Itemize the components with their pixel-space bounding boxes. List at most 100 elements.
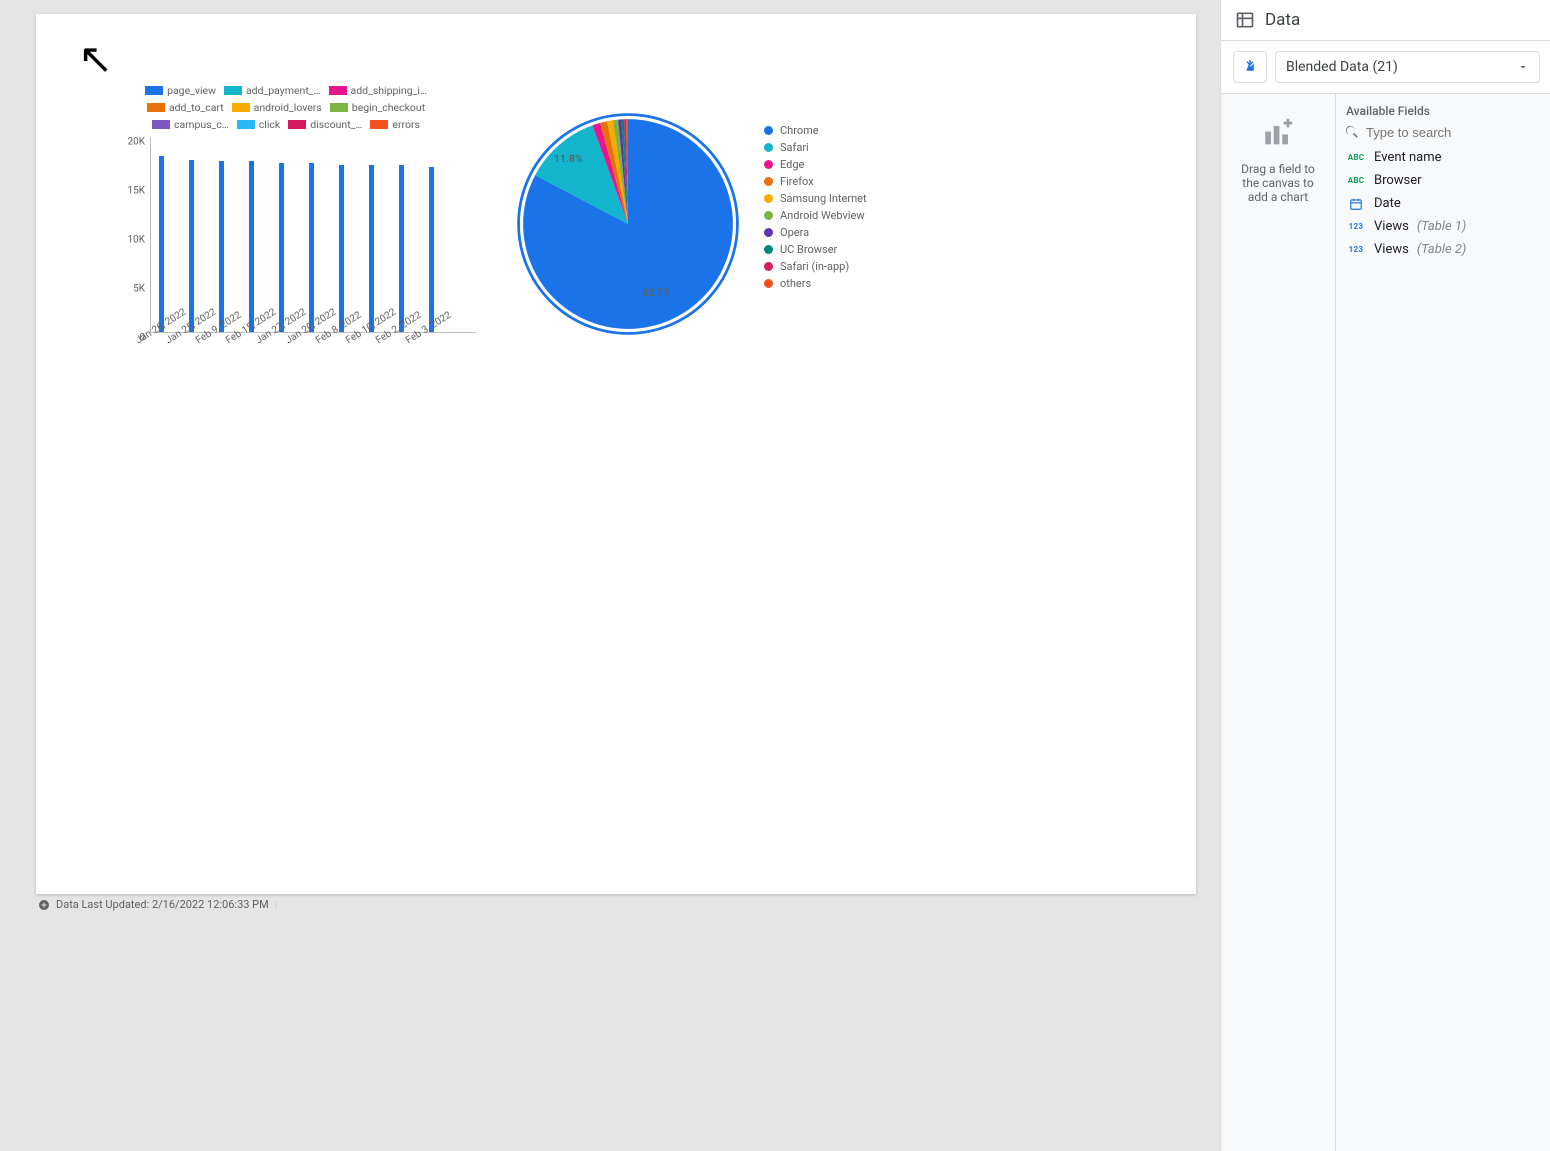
field-table-suffix: (Table 2) bbox=[1417, 242, 1467, 257]
datasource-select-label: Blended Data (21) bbox=[1286, 59, 1398, 75]
bar-column bbox=[159, 156, 164, 332]
legend-label: UC Browser bbox=[780, 243, 837, 256]
legend-swatch bbox=[764, 279, 773, 288]
field-label: Date bbox=[1374, 196, 1401, 211]
legend-swatch bbox=[764, 228, 773, 237]
legend-item: add_payment_… bbox=[224, 84, 321, 97]
data-panel-header: Data bbox=[1221, 0, 1550, 41]
legend-label: others bbox=[780, 277, 811, 290]
legend-swatch bbox=[330, 103, 348, 112]
legend-item: Opera bbox=[764, 226, 867, 239]
pie-chart-legend: ChromeSafariEdgeFirefoxSamsung InternetA… bbox=[764, 110, 867, 290]
legend-label: errors bbox=[392, 118, 420, 131]
y-tick-label: 5K bbox=[111, 284, 145, 295]
bar-column bbox=[339, 165, 344, 332]
legend-item: add_to_cart bbox=[147, 101, 224, 114]
legend-swatch bbox=[764, 245, 773, 254]
legend-label: Safari (in-app) bbox=[780, 260, 849, 273]
legend-swatch bbox=[329, 86, 347, 95]
legend-swatch bbox=[764, 211, 773, 220]
legend-swatch bbox=[764, 177, 773, 186]
legend-label: Android Webview bbox=[780, 209, 865, 222]
legend-swatch bbox=[147, 103, 165, 112]
legend-swatch bbox=[764, 143, 773, 152]
cursor-icon: ↖ bbox=[78, 34, 113, 84]
datasource-select[interactable]: Blended Data (21) bbox=[1275, 51, 1540, 83]
field-row[interactable]: ABCBrowser bbox=[1336, 169, 1550, 192]
legend-item: campus_c… bbox=[152, 118, 229, 131]
number-type-icon: 123 bbox=[1346, 245, 1366, 254]
legend-item: discount_… bbox=[288, 118, 362, 131]
legend-item: Firefox bbox=[764, 175, 867, 188]
field-table-suffix: (Table 1) bbox=[1417, 219, 1467, 234]
legend-swatch bbox=[237, 120, 255, 129]
bar-chart[interactable]: page_view add_payment_… add_shipping_i…add… bbox=[96, 84, 476, 381]
legend-item: begin_checkout bbox=[330, 101, 425, 114]
chart-drop-zone[interactable]: Drag a field to the canvas to add a char… bbox=[1221, 94, 1336, 1151]
y-tick-label: 10K bbox=[111, 235, 145, 246]
legend-swatch bbox=[232, 103, 250, 112]
field-row[interactable]: Date bbox=[1336, 192, 1550, 215]
add-chart-icon bbox=[1261, 116, 1295, 150]
pie-slice-label-chrome: 82.7% bbox=[642, 286, 671, 299]
field-label: Event name bbox=[1374, 150, 1442, 165]
legend-item: Safari bbox=[764, 141, 867, 154]
legend-label: page_view bbox=[167, 84, 216, 97]
field-label: Views bbox=[1374, 242, 1409, 257]
refresh-icon bbox=[38, 899, 50, 911]
legend-item: page_view bbox=[145, 84, 216, 97]
bar-column bbox=[369, 165, 374, 332]
pie-chart-plot bbox=[514, 110, 742, 338]
legend-label: add_payment_… bbox=[246, 84, 321, 97]
pie-slice-label-safari: 11.8% bbox=[554, 152, 583, 165]
field-label: Views bbox=[1374, 219, 1409, 234]
legend-swatch bbox=[370, 120, 388, 129]
pie-chart[interactable]: 11.8% 82.7% ChromeSafariEdgeFirefoxSamsu… bbox=[514, 110, 867, 342]
chevron-down-icon bbox=[1517, 61, 1529, 73]
legend-swatch bbox=[152, 120, 170, 129]
field-row[interactable]: ABC Event name bbox=[1336, 146, 1550, 169]
legend-item: click bbox=[237, 118, 280, 131]
data-refresh-status: Data Last Updated: 2/16/2022 12:06:33 PM… bbox=[36, 894, 1196, 915]
bar-column bbox=[219, 161, 224, 332]
legend-item: Safari (in-app) bbox=[764, 260, 867, 273]
data-panel: Data Blended Data (21) Drag a field to t… bbox=[1220, 0, 1550, 1151]
y-tick-label: 20K bbox=[111, 137, 145, 148]
legend-item: UC Browser bbox=[764, 243, 867, 256]
bar-chart-plot: 05K10K15K20K bbox=[150, 137, 476, 333]
legend-swatch bbox=[764, 262, 773, 271]
legend-item: android_lovers bbox=[232, 101, 322, 114]
report-page[interactable]: ↖ page_view add_payment_… add_shipping_i…a… bbox=[36, 14, 1196, 894]
legend-item: Edge bbox=[764, 158, 867, 171]
search-icon bbox=[1344, 124, 1360, 140]
bar-column bbox=[309, 163, 314, 332]
text-type-icon: ABC bbox=[1346, 176, 1366, 185]
legend-label: click bbox=[259, 118, 280, 131]
legend-item: Android Webview bbox=[764, 209, 867, 222]
bar-column bbox=[249, 161, 254, 332]
legend-swatch bbox=[764, 126, 773, 135]
y-tick-label: 15K bbox=[111, 186, 145, 197]
legend-label: campus_c… bbox=[174, 118, 229, 131]
legend-label: discount_… bbox=[310, 118, 362, 131]
field-row[interactable]: 123Views(Table 1) bbox=[1336, 215, 1550, 238]
status-text: Data Last Updated: 2/16/2022 12:06:33 PM bbox=[56, 898, 269, 911]
legend-swatch bbox=[224, 86, 242, 95]
fields-search-input[interactable] bbox=[1366, 125, 1542, 140]
legend-label: Safari bbox=[780, 141, 809, 154]
legend-label: begin_checkout bbox=[352, 101, 425, 114]
legend-item: others bbox=[764, 277, 867, 290]
legend-swatch bbox=[764, 194, 773, 203]
field-row[interactable]: 123 Views (Table 2) bbox=[1336, 238, 1550, 261]
legend-label: android_lovers bbox=[254, 101, 322, 114]
blend-icon bbox=[1241, 58, 1259, 76]
blend-data-button[interactable] bbox=[1233, 51, 1267, 83]
legend-label: add_to_cart bbox=[169, 101, 224, 114]
legend-swatch bbox=[145, 86, 163, 95]
bar-column bbox=[429, 167, 434, 332]
legend-item: add_shipping_i… bbox=[329, 84, 427, 97]
legend-item: Chrome bbox=[764, 124, 867, 137]
text-type-icon: ABC bbox=[1346, 153, 1366, 162]
legend-swatch bbox=[288, 120, 306, 129]
legend-label: add_shipping_i… bbox=[351, 84, 427, 97]
